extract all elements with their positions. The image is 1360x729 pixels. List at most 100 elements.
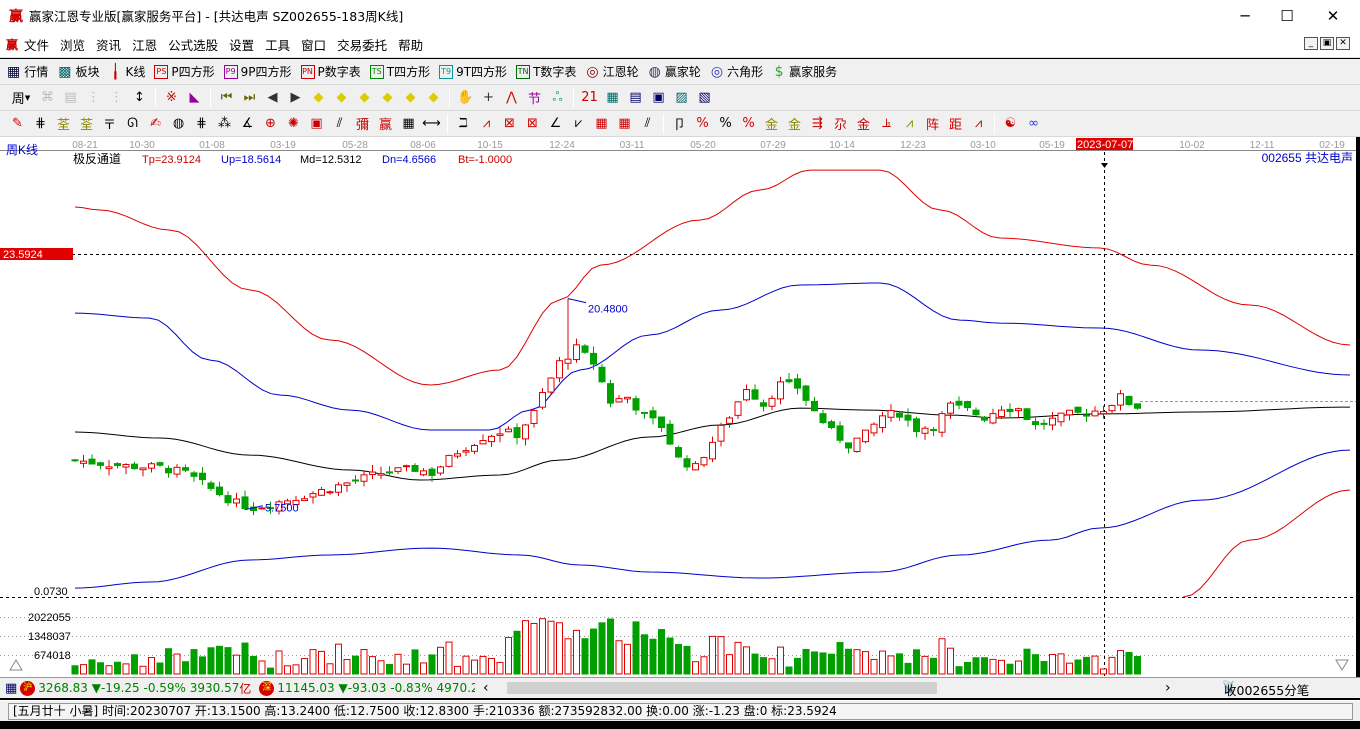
pattern-icon[interactable]: ※ bbox=[160, 87, 183, 109]
circle-icon[interactable]: ◍ bbox=[167, 113, 190, 135]
color-fan-icon[interactable]: ◣ bbox=[183, 87, 206, 109]
menu-item[interactable]: 交易委托 bbox=[337, 35, 387, 54]
first-icon[interactable]: ⏮ bbox=[215, 87, 238, 109]
ruler-icon[interactable]: 卩 bbox=[668, 113, 691, 135]
menu-item[interactable]: 江恩 bbox=[132, 35, 157, 54]
toolbar-button-ts[interactable]: TS T四方形 bbox=[369, 63, 430, 80]
infinity-icon[interactable]: ∞ bbox=[1022, 113, 1045, 135]
bracket-icon[interactable]: ℶ bbox=[452, 113, 475, 135]
hash2-icon[interactable]: ⋕ bbox=[190, 113, 213, 135]
parallel-icon[interactable]: ⫽ bbox=[636, 113, 659, 135]
toolbar-button-tn[interactable]: TN T数字表 bbox=[516, 63, 576, 80]
tool2-icon[interactable]: ஃ bbox=[546, 87, 569, 109]
diamond-3-icon[interactable]: ◆ bbox=[353, 87, 376, 109]
fan3-icon[interactable]: ⩘ bbox=[967, 113, 990, 135]
scroll-thumb[interactable] bbox=[507, 682, 937, 694]
diamond-5-icon[interactable]: ◆ bbox=[399, 87, 422, 109]
toolbar-button-hexagon[interactable]: ◎ 六角形 bbox=[710, 63, 763, 80]
fan-icon[interactable]: ⩘ bbox=[475, 113, 498, 135]
win-icon[interactable]: 赢 bbox=[374, 113, 397, 135]
tick-feed-label[interactable]: 收002655分笔 bbox=[1224, 680, 1309, 699]
red-tool-icon[interactable]: 彌 bbox=[351, 113, 374, 135]
arrow-tool-icon[interactable]: ⇶ bbox=[806, 113, 829, 135]
gold-2-icon[interactable]: 荃 bbox=[75, 113, 98, 135]
toolbar-button-kline[interactable]: ╽ K线 bbox=[109, 63, 145, 80]
minimize-button[interactable]: ─ bbox=[1222, 0, 1268, 31]
mdi-restore-button[interactable]: ▣ bbox=[1320, 37, 1334, 50]
toolbar-button-t9[interactable]: T9 9T四方形 bbox=[439, 63, 507, 80]
toolbar-button-gann-wheel[interactable]: ◎ 江恩轮 bbox=[585, 63, 638, 80]
calculator-icon[interactable]: ▦ bbox=[601, 87, 624, 109]
scroll-down-icon[interactable] bbox=[1335, 659, 1349, 671]
mdi-close-button[interactable]: ✕ bbox=[1336, 37, 1350, 50]
v-icon[interactable]: ⩗ bbox=[567, 113, 590, 135]
scroll-left-button[interactable]: ‹ bbox=[483, 680, 489, 696]
grid-red2-icon[interactable]: ▦ bbox=[613, 113, 636, 135]
angle2-icon[interactable]: ∠ bbox=[544, 113, 567, 135]
pen2-icon[interactable]: ✍ bbox=[144, 113, 167, 135]
disabled-c-icon[interactable]: ⋮ bbox=[82, 87, 105, 109]
pen-icon[interactable]: ✎ bbox=[6, 113, 29, 135]
angle-icon[interactable]: ∡ bbox=[236, 113, 259, 135]
toolbar-button-dollar[interactable]: $ 赢家服务 bbox=[772, 63, 837, 80]
scroll-up-icon[interactable] bbox=[9, 659, 23, 671]
save-icon[interactable]: ▣ bbox=[647, 87, 670, 109]
square-icon[interactable]: ▣ bbox=[305, 113, 328, 135]
star-icon[interactable]: ✺ bbox=[282, 113, 305, 135]
network-icon[interactable]: ▨ bbox=[670, 87, 693, 109]
red-a-icon[interactable]: 尕 bbox=[829, 113, 852, 135]
menu-item[interactable]: 资讯 bbox=[96, 35, 121, 54]
menu-item[interactable]: 设置 bbox=[229, 35, 254, 54]
diamond-1-icon[interactable]: ◆ bbox=[307, 87, 330, 109]
period-dropdown[interactable]: 周 ▼ bbox=[6, 87, 36, 109]
box-fan-icon[interactable]: ⊠ bbox=[498, 113, 521, 135]
cross-box-icon[interactable]: ⊠ bbox=[521, 113, 544, 135]
toolbar-button-grid[interactable]: ▦ 行情 bbox=[6, 63, 48, 80]
gold-1-icon[interactable]: 荃 bbox=[52, 113, 75, 135]
mdi-minimize-button[interactable]: _ bbox=[1304, 37, 1318, 50]
calendar-icon[interactable]: 21 bbox=[578, 87, 601, 109]
diamond-6-icon[interactable]: ◆ bbox=[422, 87, 445, 109]
disabled-d-icon[interactable]: ⋮ bbox=[105, 87, 128, 109]
crosshair-icon[interactable]: + bbox=[477, 87, 500, 109]
toolbar-button-blocks[interactable]: ▩ 板块 bbox=[57, 63, 99, 80]
width-icon[interactable]: ⟷ bbox=[420, 113, 443, 135]
percent-icon[interactable]: % bbox=[714, 113, 737, 135]
export-icon[interactable]: ▧ bbox=[693, 87, 716, 109]
hash-icon[interactable]: ⋕ bbox=[29, 113, 52, 135]
gold-fan-icon[interactable]: ⩘ bbox=[898, 113, 921, 135]
tool-icon[interactable]: 节 bbox=[523, 87, 546, 109]
menu-item[interactable]: 文件 bbox=[24, 35, 49, 54]
grid-n-icon[interactable]: ⁂ bbox=[213, 113, 236, 135]
red-d-icon[interactable]: 距 bbox=[944, 113, 967, 135]
menu-item[interactable]: 浏览 bbox=[60, 35, 85, 54]
notes-icon[interactable]: ▤ bbox=[624, 87, 647, 109]
red-b-icon[interactable]: 金 bbox=[852, 113, 875, 135]
cursor-dropdown-icon[interactable]: ↕ bbox=[128, 87, 151, 109]
coin-icon[interactable]: 金 bbox=[760, 113, 783, 135]
percent-lines-icon[interactable]: % bbox=[737, 113, 760, 135]
gold-lines-icon[interactable]: 金 bbox=[783, 113, 806, 135]
last-icon[interactable]: ⏭ bbox=[238, 87, 261, 109]
kline-chart[interactable]: 08-21 10-30 01-08 03-19 05-28 08-06 10-15 12-24… bbox=[0, 137, 1356, 677]
close-button[interactable]: ✕ bbox=[1310, 0, 1356, 31]
ticker-scrollbar[interactable]: ‹ › bbox=[475, 680, 1205, 696]
maximize-button[interactable]: ☐ bbox=[1264, 0, 1310, 31]
fan2-icon[interactable]: ⫡ bbox=[875, 113, 898, 135]
spiral-icon[interactable]: ᘏ bbox=[121, 113, 144, 135]
menu-item[interactable]: 工具 bbox=[265, 35, 290, 54]
target-icon[interactable]: ⊕ bbox=[259, 113, 282, 135]
menu-item[interactable]: 公式选股 bbox=[168, 35, 218, 54]
toolbar-button-p9[interactable]: P9 9P四方形 bbox=[223, 63, 292, 80]
line-tool-icon[interactable]: ⋀ bbox=[500, 87, 523, 109]
scroll-right-button[interactable]: › bbox=[1165, 680, 1171, 696]
prev-icon[interactable]: ◀ bbox=[261, 87, 284, 109]
t-icon[interactable]: 〒 bbox=[98, 113, 121, 135]
toolbar-button-winner-wheel[interactable]: ◍ 赢家轮 bbox=[648, 63, 701, 80]
next-icon[interactable]: ▶ bbox=[284, 87, 307, 109]
disabled-a-icon[interactable]: ⌘ bbox=[36, 87, 59, 109]
lines-icon[interactable]: ⫽ bbox=[328, 113, 351, 135]
menu-item[interactable]: 帮助 bbox=[398, 35, 423, 54]
menu-item[interactable]: 窗口 bbox=[301, 35, 326, 54]
disabled-b-icon[interactable]: ▤ bbox=[59, 87, 82, 109]
